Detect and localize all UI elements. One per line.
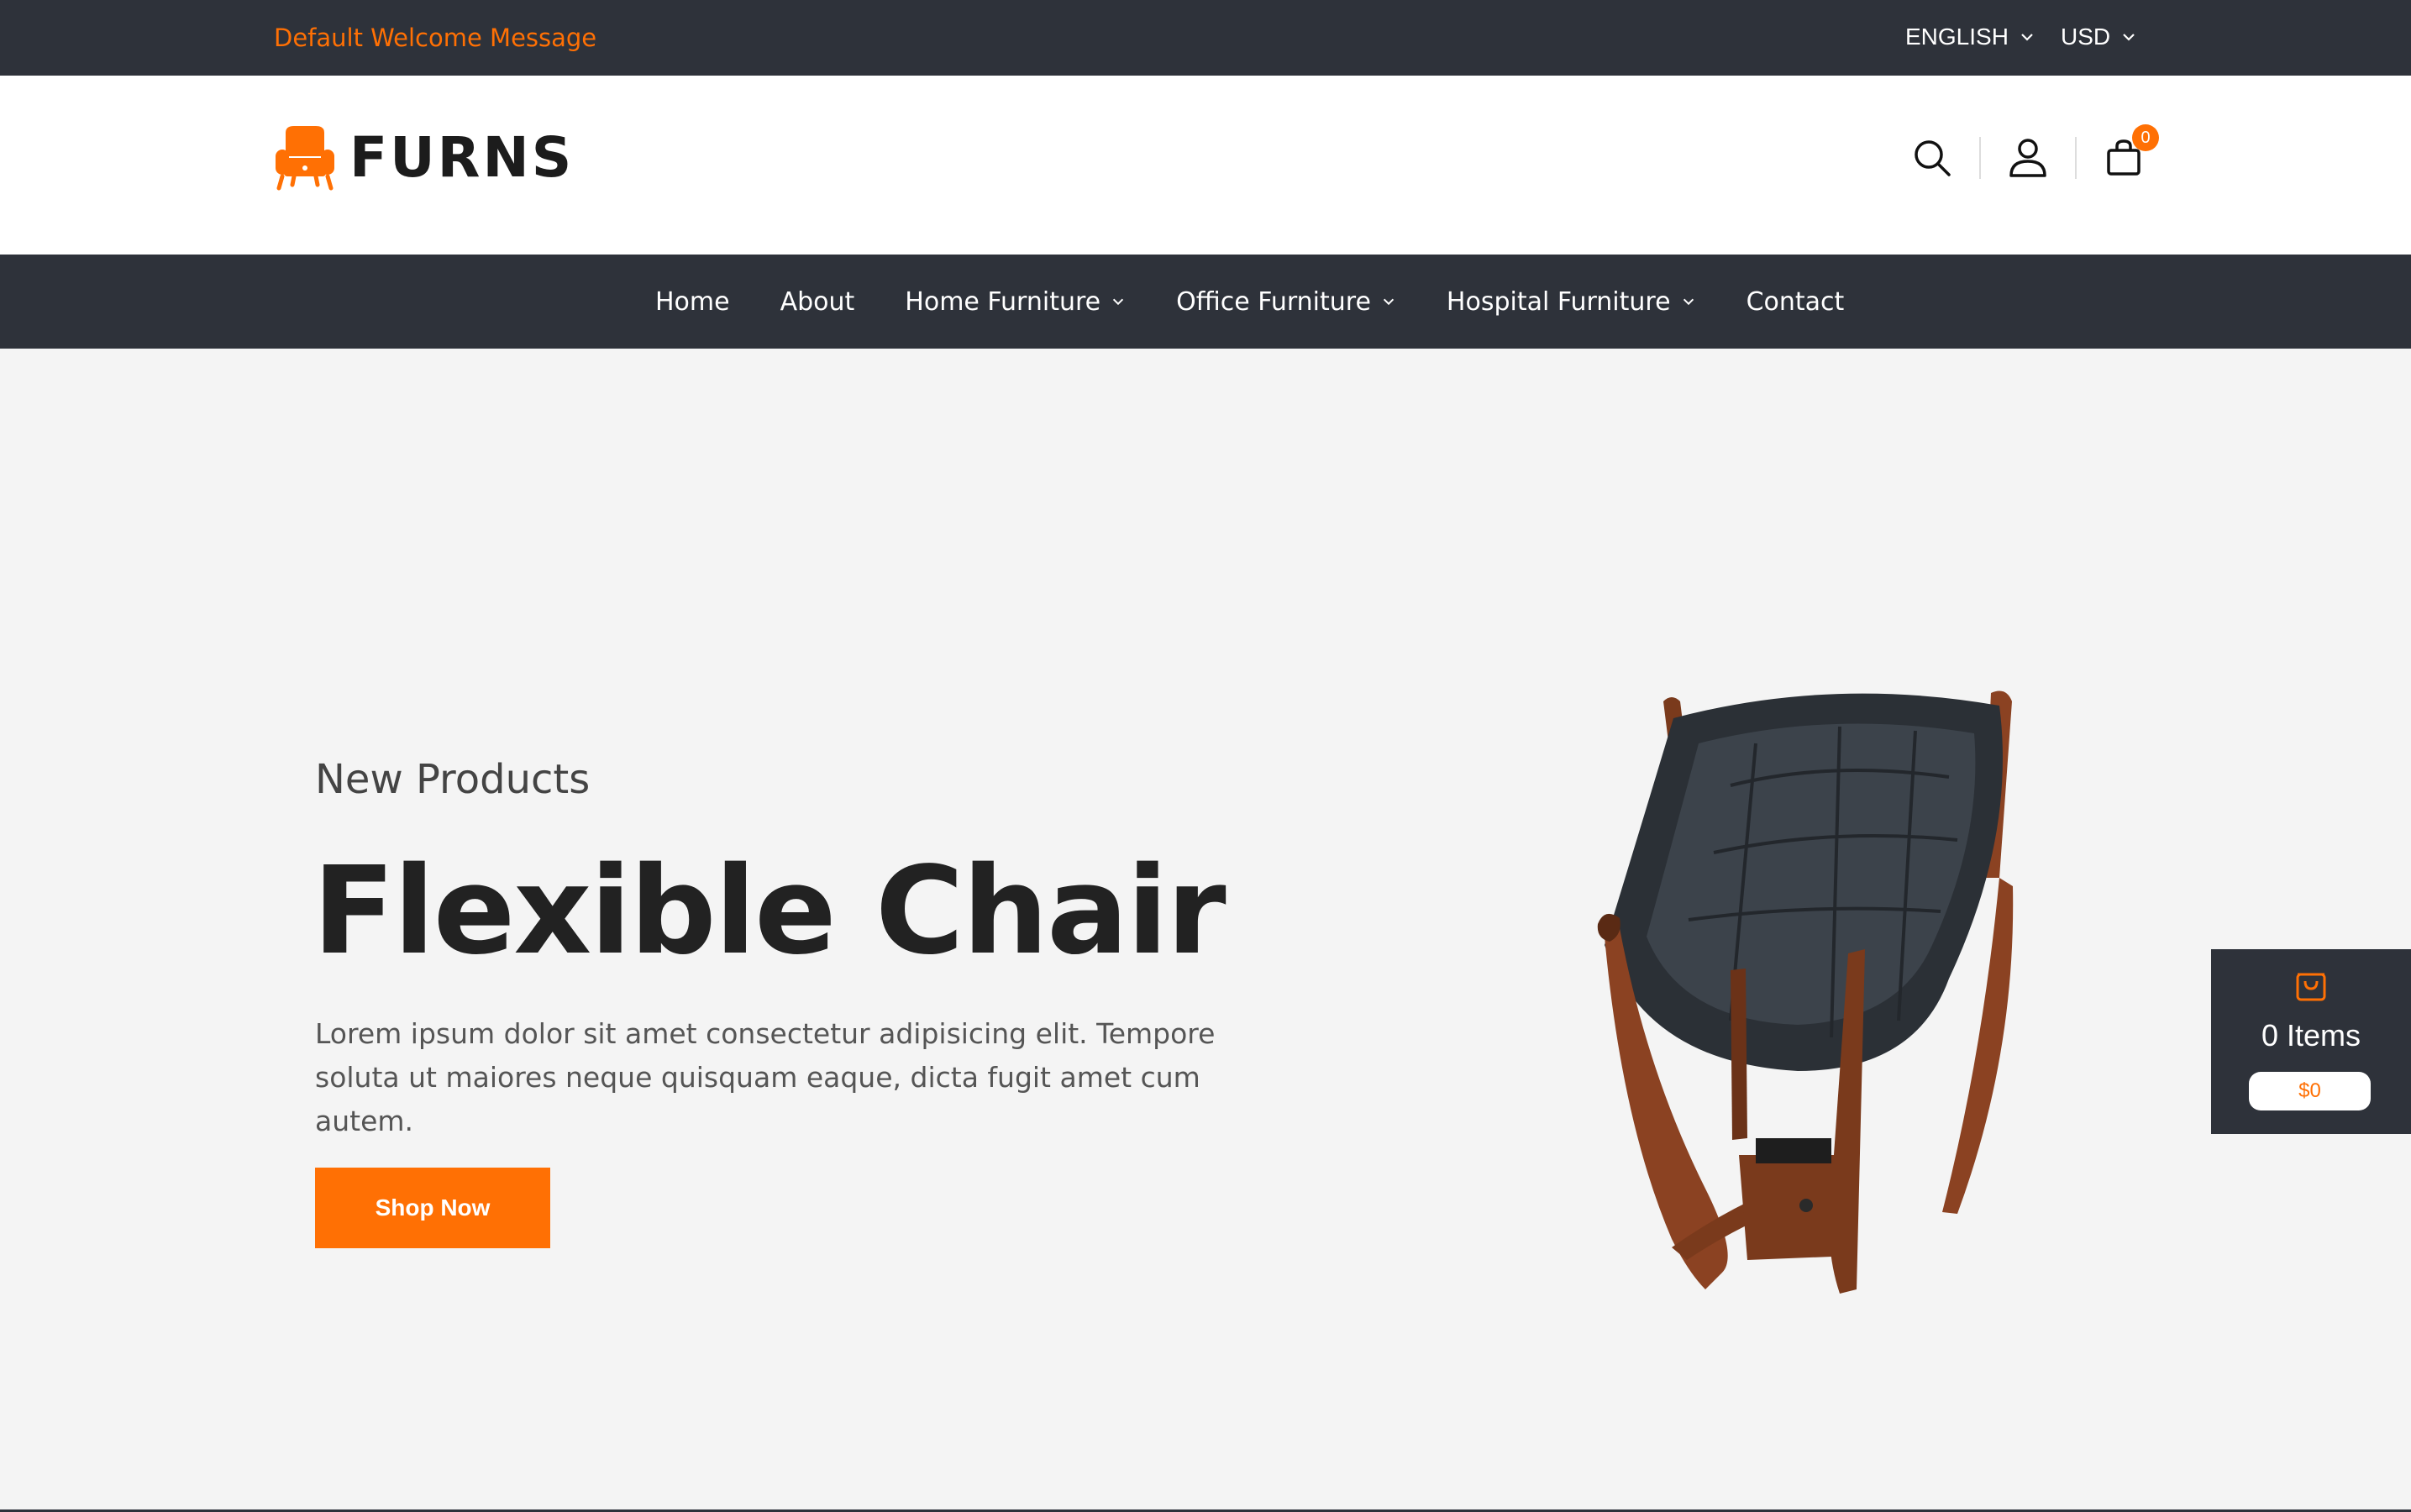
chevron-down-icon [1113,298,1124,306]
account-button[interactable] [2003,133,2053,183]
cart-button[interactable]: 0 [2098,124,2159,183]
hero-subtitle: New Products [315,756,591,803]
nav-item-label: Home Furniture [905,286,1101,317]
nav-item-home-furniture[interactable]: Home Furniture [905,287,1126,317]
nav-item-label: About [780,286,855,317]
nav-item-label: Contact [1746,286,1845,317]
chevron-down-icon [1383,298,1395,306]
floating-cart-total: $0 [2249,1072,2371,1110]
site-header: FURNS 0 [0,76,2411,255]
floating-cart-items: 0 Items [2261,1018,2361,1053]
divider [1979,137,1981,179]
hero-slider: New Products Flexible Chair Lorem ipsum … [0,349,2411,1512]
nav-item-about[interactable]: About [780,287,855,317]
nav-item-home[interactable]: Home [655,287,730,317]
nav-item-label: Hospital Furniture [1446,286,1671,317]
chair-product-image [1597,690,2014,1294]
divider [2075,137,2077,179]
user-icon [2009,139,2046,177]
welcome-message: Default Welcome Message [274,24,597,52]
hero-description: Lorem ipsum dolor sit amet consectetur a… [315,1017,1216,1137]
chevron-down-icon [1683,298,1694,306]
top-bar: Default Welcome Message ENGLISH USD [0,0,2411,76]
language-label: ENGLISH [1905,24,2009,50]
main-navigation: Home About Home Furniture Office Furniture H… [0,255,2411,349]
armchair-logo-icon [276,126,334,191]
nav-item-label: Office Furniture [1176,286,1371,317]
header-actions: 0 [1907,124,2159,183]
chevron-down-icon [2123,34,2135,41]
shop-now-button[interactable]: Shop Now [315,1168,550,1248]
search-button[interactable] [1907,133,1957,183]
currency-selector[interactable]: USD [2061,24,2137,50]
nav-item-hospital-furniture[interactable]: Hospital Furniture [1447,287,1696,317]
chevron-down-icon [2021,34,2033,41]
search-icon [1915,140,1951,176]
hero-title: Flexible Chair [313,840,1227,981]
shopping-bag-icon [2296,973,2326,1001]
floating-cart-widget[interactable]: 0 Items $0 [2211,949,2411,1134]
currency-label: USD [2061,24,2111,50]
logo[interactable]: FURNS [274,124,574,192]
cart-count-badge: 0 [2132,124,2159,151]
language-selector[interactable]: ENGLISH [1905,24,2035,50]
logo-text: FURNS [349,125,575,190]
nav-item-contact[interactable]: Contact [1747,287,1845,317]
nav-item-label: Home [655,286,730,317]
nav-item-office-furniture[interactable]: Office Furniture [1176,287,1396,317]
